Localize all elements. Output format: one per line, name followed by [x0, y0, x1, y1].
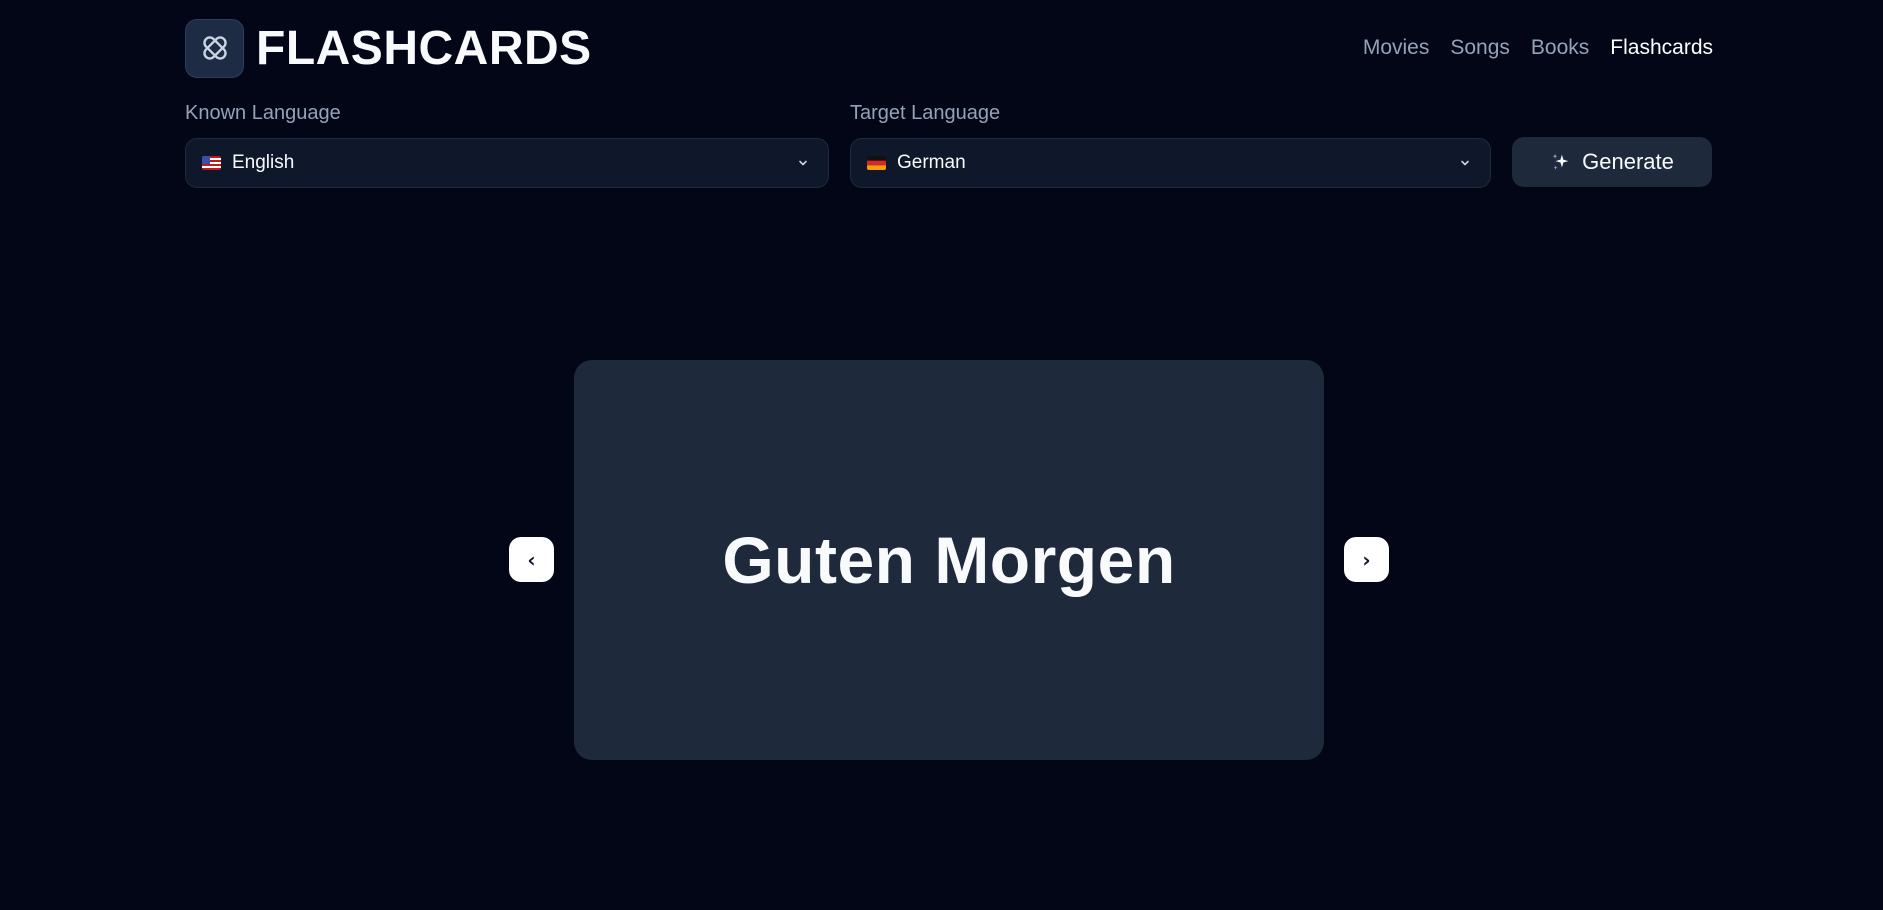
- us-flag-icon: [202, 156, 221, 170]
- generate-label: Generate: [1582, 149, 1674, 174]
- known-language-select[interactable]: English: [185, 138, 829, 188]
- de-flag-icon: [867, 156, 886, 170]
- nav-movies[interactable]: Movies: [1363, 36, 1430, 60]
- page: FLASHCARDS Movies Songs Books Flashcards…: [0, 0, 1883, 910]
- sparkles-icon: [1552, 153, 1569, 170]
- flashcard-text: Guten Morgen: [722, 523, 1176, 597]
- known-language-value: English: [232, 152, 295, 173]
- flashcard[interactable]: Guten Morgen: [574, 360, 1324, 760]
- next-card-button[interactable]: ›: [1344, 537, 1389, 582]
- generate-button[interactable]: Generate: [1512, 137, 1712, 187]
- chevron-down-icon: [1461, 160, 1469, 166]
- target-language-value: German: [897, 152, 966, 173]
- brand[interactable]: FLASHCARDS: [185, 18, 592, 78]
- app-title: FLASHCARDS: [256, 21, 592, 75]
- language-controls: Known Language English Target Language G…: [185, 100, 1713, 190]
- nav-songs[interactable]: Songs: [1450, 36, 1510, 60]
- known-language-field: Known Language English: [185, 100, 829, 188]
- nav-flashcards[interactable]: Flashcards: [1610, 36, 1713, 60]
- known-language-label: Known Language: [185, 102, 341, 124]
- chevron-down-icon: [799, 160, 807, 166]
- target-language-select[interactable]: German: [850, 138, 1491, 188]
- bandage-icon: [202, 36, 227, 60]
- logo: [185, 18, 244, 78]
- nav-books[interactable]: Books: [1531, 36, 1589, 60]
- main-nav: Movies Songs Books Flashcards: [1363, 36, 1713, 60]
- target-language-field: Target Language German: [850, 100, 1491, 188]
- header: FLASHCARDS Movies Songs Books Flashcards: [185, 18, 1713, 78]
- target-language-label: Target Language: [850, 102, 1001, 124]
- previous-card-button[interactable]: ‹: [509, 537, 554, 582]
